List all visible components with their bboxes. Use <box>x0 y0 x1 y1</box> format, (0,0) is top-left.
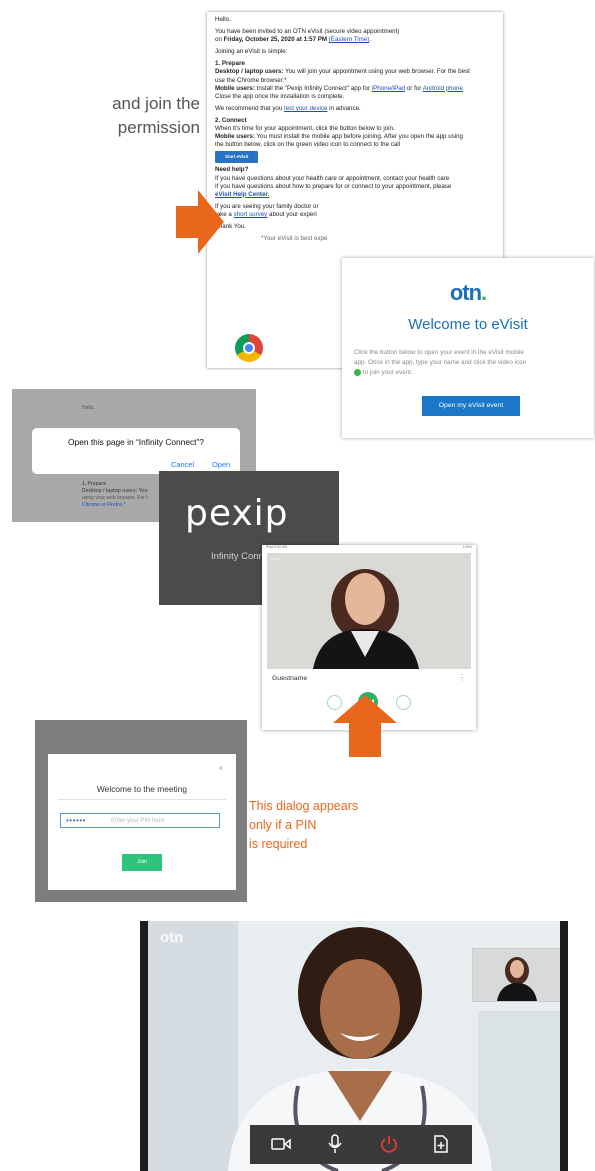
welcome-title: Welcome to eVisit <box>408 316 528 333</box>
person-image <box>267 553 471 669</box>
email-recommend: We recommend that you test your device i… <box>215 104 361 112</box>
cancel-button[interactable]: Cancel <box>171 460 194 469</box>
divider <box>58 799 226 800</box>
intro-line-1: and join the <box>112 94 200 113</box>
pip-person-image <box>473 949 560 1001</box>
email-date: Friday, October 25, 2020 at 1:57 PM <box>223 36 328 44</box>
guest-name: Guestname <box>272 675 308 682</box>
email-joining: Joining an eVisit is simple: <box>215 48 288 56</box>
iphone-link[interactable]: iPhone/iPad <box>372 85 405 92</box>
status-bar: iPad 9:52 AM 100% <box>262 545 476 552</box>
more-options-icon[interactable]: ⋮ <box>458 673 466 682</box>
chrome-logo-icon <box>235 334 263 362</box>
test-device-link[interactable]: test your device <box>284 105 327 112</box>
pin-dialog-screenshot: × Welcome to the meeting •••••• Enter yo… <box>35 720 247 902</box>
email-greeting: Hello, <box>215 16 231 23</box>
close-icon[interactable]: × <box>218 763 223 773</box>
open-button[interactable]: Open <box>212 460 230 469</box>
arrow-right-icon <box>176 190 224 254</box>
otn-logo: otn. <box>449 280 487 305</box>
picture-in-picture <box>472 948 560 1002</box>
share-file-icon[interactable] <box>428 1131 454 1157</box>
start-evisit-button[interactable]: Start eVisit <box>215 151 259 164</box>
email-thanks: Thank You. <box>215 222 246 230</box>
pin-dialog-title: Welcome to the meeting <box>96 784 188 794</box>
welcome-evisit-card: otn. Welcome to eVisit Click the button … <box>342 258 594 438</box>
intro-line-2: permission <box>117 118 200 137</box>
intro-text: and join the permission <box>0 92 200 140</box>
ios-alert: Open this page in “Infinity Connect”? Ca… <box>32 428 240 474</box>
pin-input[interactable]: •••••• Enter your PIN here <box>60 813 220 828</box>
call-toolbar <box>250 1125 472 1164</box>
email-family: If you are seeing your family doctor or … <box>215 202 319 218</box>
email-prepare: 1. Prepare Desktop / laptop users: You w… <box>215 60 470 100</box>
ios-alert-title: Open this page in “Infinity Connect”? <box>68 437 204 447</box>
email-invite: You have been invited to an OTN eVisit (… <box>215 28 400 44</box>
email-connect: 2. Connect When it's time for your appoi… <box>215 117 503 165</box>
self-view-video: pexip <box>267 553 471 669</box>
survey-link[interactable]: short survey <box>234 211 268 218</box>
otn-watermark: otn <box>160 929 184 946</box>
join-button[interactable]: Join <box>122 854 162 871</box>
pin-mask: •••••• <box>66 816 86 825</box>
pin-dialog: × Welcome to the meeting •••••• Enter yo… <box>48 754 236 890</box>
hang-up-icon[interactable] <box>376 1131 402 1157</box>
email-footnote: *Your eVisit is best expe <box>261 235 328 243</box>
android-link[interactable]: Android phone <box>423 85 463 92</box>
audio-call-icon[interactable] <box>396 695 411 710</box>
video-icon <box>354 368 361 376</box>
open-evisit-button[interactable]: Open my eVisit event <box>422 396 520 416</box>
pin-note: This dialog appears only if a PIN is req… <box>249 799 359 851</box>
camera-icon[interactable] <box>268 1131 294 1157</box>
pexip-logo: pexip <box>185 493 289 534</box>
welcome-instructions: Click the button below to open your even… <box>354 349 527 376</box>
video-feed: otn <box>148 921 560 1171</box>
arrow-up-icon <box>333 695 397 757</box>
email-help: Need help? If you have questions about y… <box>215 166 452 198</box>
pin-placeholder: Enter your PIN here <box>111 818 165 824</box>
bg-hello: Hello, <box>82 405 95 411</box>
timezone-link[interactable]: (Eastern Time) <box>329 36 370 43</box>
doctor-video-call: otn <box>140 921 568 1171</box>
microphone-icon[interactable] <box>322 1131 348 1157</box>
